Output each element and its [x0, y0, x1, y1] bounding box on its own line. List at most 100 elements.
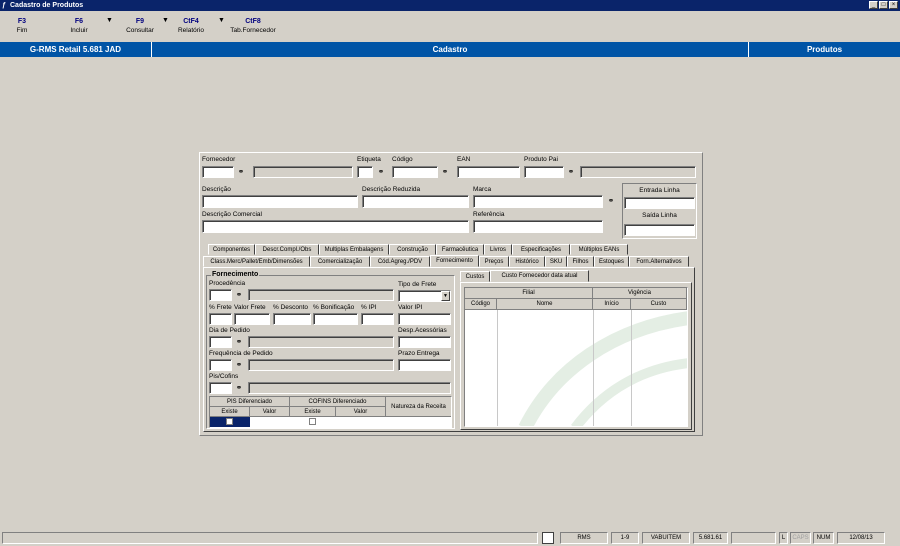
- saida-linha-field[interactable]: [624, 224, 695, 236]
- frequencia-pedido-field[interactable]: [209, 359, 232, 371]
- pis-cofins-field[interactable]: [209, 382, 232, 394]
- inicio-header: Início: [593, 299, 631, 310]
- valor-ipi-field[interactable]: [398, 313, 451, 325]
- toolbar-label: Consultar: [126, 27, 154, 34]
- frequencia-pedido-name-field: [248, 359, 394, 371]
- ean-field[interactable]: [457, 166, 520, 178]
- tab-historico[interactable]: Histórico: [509, 256, 545, 267]
- pct-desconto-field[interactable]: [273, 313, 311, 325]
- valor-frete-field[interactable]: [234, 313, 270, 325]
- produto-pai-search-icon[interactable]: ⚭: [566, 167, 576, 177]
- pis-cofins-label: Pis/Cofins: [209, 373, 239, 380]
- status-blank: [731, 532, 776, 544]
- app-version: G-RMS Retail 5.681 JAD: [29, 45, 122, 54]
- pis-cofins-name-field: [248, 382, 451, 394]
- pis-existe-cell[interactable]: [210, 417, 250, 427]
- tabs-row-1: Componentes Descr.Compl./Obs Multiplas E…: [208, 244, 628, 255]
- toolbar-incluir-button[interactable]: F6 Incluir: [60, 17, 98, 35]
- descricao-comercial-field[interactable]: [202, 220, 469, 233]
- tab-descr-compl[interactable]: Descr.Compl./Obs: [255, 244, 319, 255]
- maximize-button[interactable]: □: [879, 1, 888, 9]
- status-rms: RMS: [560, 532, 608, 544]
- fornecedor-search-icon[interactable]: ⚭: [236, 167, 246, 177]
- cofins-existe-checkbox[interactable]: [309, 418, 316, 425]
- pct-frete-field[interactable]: [209, 313, 232, 325]
- tab-livros[interactable]: Livros: [484, 244, 512, 255]
- tab-comercializacao[interactable]: Comercialização: [310, 256, 370, 267]
- tab-multiplas-embalagens[interactable]: Multiplas Embalagens: [319, 244, 389, 255]
- pct-ipi-field[interactable]: [361, 313, 394, 325]
- tab-estoques[interactable]: Estoques: [594, 256, 629, 267]
- tab-multiplos-eans[interactable]: Múltiplos EANs: [570, 244, 628, 255]
- tab-filhos[interactable]: Filhos: [567, 256, 594, 267]
- procedencia-field[interactable]: [209, 289, 232, 301]
- marca-field[interactable]: [473, 195, 603, 208]
- dia-pedido-label: Dia de Pedido: [209, 327, 250, 334]
- tab-class-merc[interactable]: Class.Merc/Pallet/Emb/Dimensões: [203, 256, 310, 267]
- fornecimento-group: Fornecimento Procedência ⚭ Tipo de Frete…: [206, 271, 455, 429]
- toolbar-key: CtF8: [245, 18, 261, 25]
- tab-construcao[interactable]: Construção: [389, 244, 436, 255]
- close-button[interactable]: ×: [889, 1, 898, 9]
- etiqueta-search-icon[interactable]: ⚭: [376, 167, 386, 177]
- tab-componentes[interactable]: Componentes: [208, 244, 255, 255]
- pct-bonificacao-field[interactable]: [313, 313, 358, 325]
- toolbar-label: Incluir: [70, 27, 88, 34]
- consultar-dropdown-icon[interactable]: ▼: [162, 17, 169, 24]
- procedencia-label: Procedência: [209, 280, 246, 287]
- tab-especificacoes[interactable]: Especificações: [512, 244, 570, 255]
- fornecedor-field[interactable]: [202, 166, 234, 178]
- prazo-entrega-field[interactable]: [398, 359, 451, 371]
- codigo-search-icon[interactable]: ⚭: [440, 167, 450, 177]
- pis-cofins-search-icon[interactable]: ⚭: [234, 383, 244, 393]
- toolbar-key: CtF4: [183, 18, 199, 25]
- window-title: Cadastro de Produtos: [10, 2, 84, 9]
- referencia-field[interactable]: [473, 220, 603, 233]
- toolbar-relatorio-button[interactable]: CtF4 Relatório: [172, 17, 210, 35]
- toolbar-fim-button[interactable]: F3 Fim: [5, 17, 39, 35]
- procedencia-search-icon[interactable]: ⚭: [234, 290, 244, 300]
- toolbar-tab-fornecedor-button[interactable]: CtF8 Tab.Fornecedor: [226, 17, 280, 35]
- marca-search-icon[interactable]: ⚭: [606, 196, 616, 206]
- codigo-field[interactable]: [392, 166, 438, 178]
- produto-pai-name-field: [580, 166, 696, 178]
- entrada-linha-field[interactable]: [624, 197, 695, 209]
- tab-sku[interactable]: SKU: [545, 256, 567, 267]
- tipo-frete-label: Tipo de Frete: [398, 281, 437, 288]
- tab-forn-alternativos[interactable]: Forn.Alternativos: [629, 256, 689, 267]
- etiqueta-field[interactable]: [357, 166, 373, 178]
- chevron-down-icon[interactable]: ▼: [441, 291, 450, 301]
- custo-header: Custo: [631, 299, 687, 310]
- tab-custo-fornecedor[interactable]: Custo Fornecedor data atual: [490, 270, 589, 282]
- tab-farmaceutica[interactable]: Farmacêutica: [436, 244, 484, 255]
- status-range: 1-9: [611, 532, 639, 544]
- natureza-receita-header: Natureza da Receita: [386, 397, 451, 417]
- tab-fornecimento[interactable]: Fornecimento: [430, 255, 479, 267]
- app-icon: ƒ: [2, 2, 6, 9]
- saida-linha-label: Saída Linha: [642, 212, 677, 219]
- minimize-button[interactable]: _: [869, 1, 878, 9]
- tab-cod-agreg-pdv[interactable]: Cód.Agreg./PDV: [370, 256, 430, 267]
- tab-precos[interactable]: Preços: [479, 256, 509, 267]
- descricao-field[interactable]: [202, 195, 358, 208]
- dia-pedido-field[interactable]: [209, 336, 232, 348]
- relatorio-dropdown-icon[interactable]: ▼: [218, 17, 225, 24]
- document-icon: [542, 532, 554, 544]
- cofins-diferenciado-header: COFINS Diferenciado: [290, 397, 386, 407]
- tab-custos[interactable]: Custos: [460, 271, 490, 282]
- window-titlebar: ƒ Cadastro de Produtos: [0, 0, 900, 11]
- tipo-frete-select[interactable]: ▼: [398, 290, 451, 302]
- cofins-existe-header: Existe: [290, 407, 336, 417]
- dia-pedido-search-icon[interactable]: ⚭: [234, 337, 244, 347]
- toolbar-key: F3: [17, 18, 27, 25]
- frequencia-pedido-search-icon[interactable]: ⚭: [234, 360, 244, 370]
- descricao-reduzida-field[interactable]: [362, 195, 469, 208]
- desp-acessorias-field[interactable]: [398, 336, 451, 348]
- pct-ipi-label: % IPI: [361, 304, 377, 311]
- status-message: [2, 532, 538, 544]
- toolbar-consultar-button[interactable]: F9 Consultar: [120, 17, 160, 35]
- status-date: 12/08/13: [837, 532, 885, 544]
- produto-pai-field[interactable]: [524, 166, 564, 178]
- incluir-dropdown-icon[interactable]: ▼: [106, 17, 113, 24]
- pis-existe-checkbox[interactable]: [226, 418, 233, 425]
